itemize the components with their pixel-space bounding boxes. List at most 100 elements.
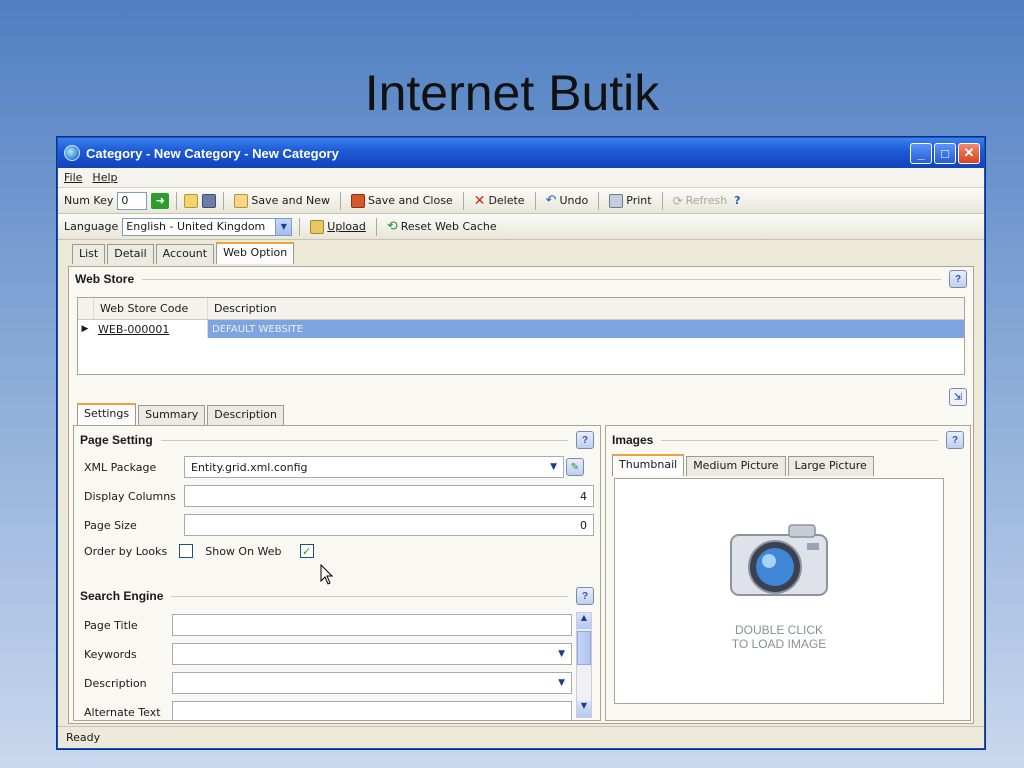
reset-cache-button[interactable]: ⟲ Reset Web Cache [384, 219, 500, 234]
toolbar-separator [534, 191, 536, 210]
edit-package-icon[interactable]: ✎ [566, 458, 584, 476]
refresh-icon: ⟳ [672, 193, 683, 208]
save-and-new-label: Save and New [251, 194, 331, 207]
help-icon[interactable]: ? [946, 431, 964, 449]
help-icon[interactable]: ? [734, 194, 740, 207]
app-icon [64, 145, 80, 161]
expand-icon[interactable]: ⇲ [949, 388, 967, 406]
help-icon[interactable]: ? [949, 270, 967, 288]
tab-account[interactable]: Account [155, 244, 215, 264]
maximize-icon: □ [941, 145, 949, 161]
maximize-button[interactable]: □ [934, 142, 956, 164]
save-and-new-button[interactable]: Save and New [231, 193, 333, 208]
tab-settings[interactable]: Settings [77, 403, 137, 425]
col-web-store-code[interactable]: Web Store Code [94, 298, 208, 319]
tab-medium-picture[interactable]: Medium Picture [686, 456, 786, 476]
category-window: Category - New Category - New Category _… [57, 137, 985, 749]
upload-icon [310, 219, 325, 234]
refresh-button[interactable]: ⟳ Refresh [670, 194, 731, 208]
toolbar-separator [223, 191, 225, 210]
xml-package-row: XML Package Entity.grid.xml.config ▼ ✎ [84, 456, 590, 478]
web-store-title: Web Store [75, 272, 135, 286]
xml-package-select[interactable]: Entity.grid.xml.config ▼ [184, 456, 564, 478]
page-size-row: Page Size 0 [84, 514, 594, 536]
order-by-looks-checkbox[interactable] [179, 544, 194, 558]
store-code-cell[interactable]: WEB-000001 [92, 320, 208, 338]
go-arrow-icon[interactable]: ➜ [151, 192, 170, 209]
help-icon[interactable]: ? [576, 587, 594, 605]
language-label: Language [64, 220, 119, 233]
tab-list[interactable]: List [72, 244, 106, 264]
toolbar-separator [340, 191, 342, 210]
store-description-cell[interactable]: DEFAULT WEBSITE [208, 320, 964, 338]
chevron-down-icon: ▼ [558, 649, 565, 659]
page-size-input[interactable]: 0 [184, 514, 594, 536]
keywords-row: Keywords ▼ [84, 643, 572, 665]
toolbar-separator [176, 191, 178, 210]
save-icon[interactable] [202, 193, 217, 208]
toolbar-separator [299, 217, 301, 236]
images-panel: Images ? Thumbnail Medium Picture Large … [605, 425, 971, 721]
scrollbar[interactable]: ▲ ▼ [576, 612, 592, 718]
search-engine-header: Search Engine ? [74, 586, 600, 606]
menu-file[interactable]: File [64, 171, 82, 184]
menu-help[interactable]: Help [92, 171, 117, 184]
upload-button[interactable]: Upload [307, 219, 369, 234]
tab-thumbnail[interactable]: Thumbnail [612, 454, 685, 476]
tab-web-option[interactable]: Web Option [216, 242, 295, 264]
numkey-input[interactable]: 0 [117, 191, 148, 210]
delete-button[interactable]: ✕ Delete [471, 193, 528, 209]
tab-description[interactable]: Description [207, 405, 284, 425]
delete-label: Delete [488, 194, 525, 207]
xml-package-label: XML Package [84, 460, 157, 474]
window-titlebar[interactable]: Category - New Category - New Category _… [58, 138, 984, 168]
save-and-close-button[interactable]: Save and Close [348, 193, 456, 208]
search-engine-title: Search Engine [80, 589, 164, 603]
web-store-grid: Web Store Code Description ▶ WEB-000001 … [77, 297, 965, 375]
keywords-input[interactable]: ▼ [172, 643, 572, 665]
display-columns-row: Display Columns 4 [84, 485, 594, 507]
language-select[interactable]: English - United Kingdom ▼ [122, 217, 293, 236]
print-label: Print [626, 194, 652, 207]
undo-button[interactable]: ↶ Undo [543, 193, 592, 208]
grid-header: Web Store Code Description [78, 298, 964, 320]
close-button[interactable]: ✕ [958, 142, 980, 164]
upload-label: Upload [327, 220, 366, 233]
scroll-thumb[interactable] [577, 631, 591, 665]
description-label: Description [84, 676, 147, 690]
description-input[interactable]: ▼ [172, 672, 572, 694]
alternate-text-input[interactable] [172, 701, 572, 720]
show-on-web-checkbox[interactable]: ✓ [299, 544, 314, 558]
main-tabs: List Detail Account Web Option [58, 240, 984, 264]
page-setting-header: Page Setting ? [74, 430, 600, 450]
menu-bar: File Help [58, 168, 984, 188]
tab-summary[interactable]: Summary [138, 405, 206, 425]
tab-large-picture[interactable]: Large Picture [787, 456, 874, 476]
print-button[interactable]: Print [606, 193, 654, 208]
undo-label: Undo [559, 194, 589, 207]
tab-thumbnail-label: Thumbnail [619, 458, 678, 471]
new-icon[interactable] [184, 193, 199, 208]
close-icon: ✕ [963, 145, 975, 160]
page-title-row: Page Title [84, 614, 572, 636]
delete-icon: ✕ [473, 192, 486, 209]
reset-cache-label: Reset Web Cache [400, 220, 497, 233]
language-toolbar: Language English - United Kingdom ▼ Uplo… [58, 214, 984, 240]
tab-detail[interactable]: Detail [107, 244, 154, 264]
save-close-icon [351, 193, 366, 208]
tab-list-label: List [79, 247, 99, 260]
minimize-button[interactable]: _ [910, 142, 932, 164]
tab-settings-label: Settings [84, 407, 130, 420]
scroll-down-icon[interactable]: ▼ [577, 701, 591, 717]
display-columns-label: Display Columns [84, 489, 176, 503]
help-icon[interactable]: ? [576, 431, 594, 449]
thumbnail-image-area[interactable]: DOUBLE CLICK TO LOAD IMAGE [614, 478, 944, 704]
table-row[interactable]: ▶ WEB-000001 DEFAULT WEBSITE [78, 320, 964, 338]
scroll-up-icon[interactable]: ▲ [577, 613, 591, 629]
numkey-label: Num Key [64, 194, 114, 207]
page-title-input[interactable] [172, 614, 572, 636]
tab-detail-label: Detail [114, 247, 147, 260]
col-description[interactable]: Description [208, 298, 964, 319]
display-columns-input[interactable]: 4 [184, 485, 594, 507]
tab-summary-label: Summary [145, 408, 199, 421]
